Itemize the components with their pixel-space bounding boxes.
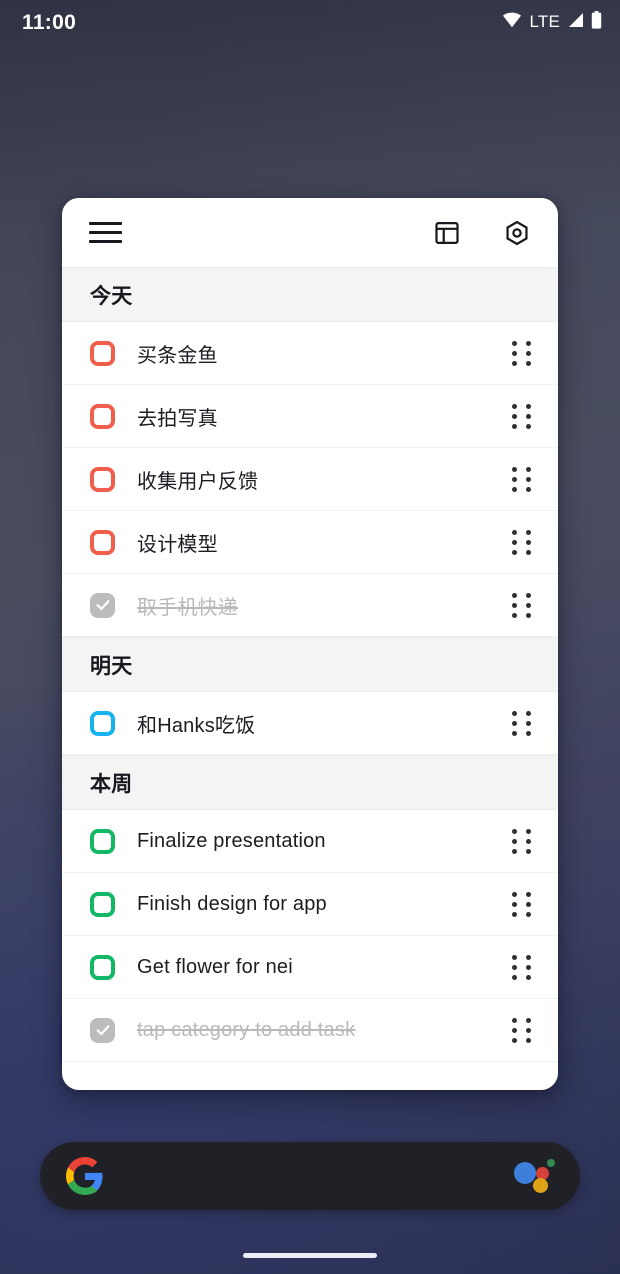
task-label: tap category to add task [137, 1018, 356, 1041]
drag-handle-icon[interactable] [512, 954, 531, 980]
checkbox-unchecked-icon[interactable] [90, 954, 115, 980]
checkbox-unchecked-icon[interactable] [90, 710, 115, 736]
drag-handle-icon[interactable] [512, 340, 531, 366]
status-bar: 11:00 LTE [0, 0, 620, 44]
drag-handle-icon[interactable] [512, 1017, 531, 1043]
checkbox-unchecked-icon[interactable] [90, 340, 115, 366]
todo-app-card: 今天买条金鱼去拍写真收集用户反馈 设计模型取手机快递明天和Hanks吃饭本周 Fin… [62, 198, 558, 1090]
checkbox-unchecked-icon[interactable] [90, 891, 115, 917]
task-row[interactable]: Get flower for nei [62, 936, 558, 999]
hamburger-bars [89, 222, 122, 243]
wifi-icon [502, 12, 522, 33]
drag-handle-icon[interactable] [512, 710, 531, 736]
checkbox-unchecked-icon[interactable] [90, 466, 115, 492]
checkbox-unchecked-icon[interactable] [90, 828, 115, 854]
checkbox-unchecked-icon[interactable] [90, 529, 115, 555]
google-assistant-icon[interactable] [514, 1159, 555, 1193]
google-search-bar[interactable] [40, 1142, 580, 1210]
drag-handle-icon[interactable] [512, 466, 531, 492]
section-header[interactable]: 今天 [62, 267, 558, 322]
task-list: 今天买条金鱼去拍写真收集用户反馈 设计模型取手机快递明天和Hanks吃饭本周 Fin… [62, 267, 558, 1062]
battery-icon [591, 10, 602, 34]
drag-handle-icon[interactable] [512, 592, 531, 618]
task-label: 设计模型 [137, 533, 218, 556]
task-label: Finalize presentation [137, 829, 326, 852]
task-row[interactable]: Finalize presentation [62, 810, 558, 873]
task-row[interactable]: 取手机快递 [62, 574, 558, 637]
task-row[interactable]: tap category to add task [62, 999, 558, 1062]
layout-board-icon[interactable] [433, 219, 461, 247]
network-type-label: LTE [529, 12, 560, 31]
task-label: 收集用户反馈 [137, 470, 259, 493]
task-label: 取手机快递 [137, 596, 238, 619]
checkbox-checked-icon[interactable] [90, 592, 115, 618]
task-label: Get flower for nei [137, 955, 293, 978]
home-gesture-pill[interactable] [243, 1253, 377, 1258]
drag-handle-icon[interactable] [512, 403, 531, 429]
section-title: 本周 [90, 772, 133, 796]
task-row[interactable]: 买条金鱼 [62, 322, 558, 385]
hexagon-settings-icon[interactable] [503, 219, 531, 247]
drag-handle-icon[interactable] [512, 828, 531, 854]
task-label: 买条金鱼 [137, 344, 218, 367]
status-bar-indicators: LTE [502, 10, 602, 34]
task-row[interactable]: 设计模型 [62, 511, 558, 574]
section-header[interactable]: 明天 [62, 637, 558, 692]
task-row[interactable]: 收集用户反馈 [62, 448, 558, 511]
status-bar-clock: 11:00 [22, 10, 77, 34]
checkbox-unchecked-icon[interactable] [90, 403, 115, 429]
app-header-actions [433, 219, 531, 247]
checkbox-checked-icon[interactable] [90, 1017, 115, 1043]
hamburger-menu-icon[interactable] [89, 222, 122, 243]
drag-handle-icon[interactable] [512, 891, 531, 917]
task-label: 和Hanks吃饭 [137, 714, 256, 737]
section-title: 明天 [90, 654, 133, 678]
section-title: 今天 [90, 284, 133, 308]
task-label: 去拍写真 [137, 407, 218, 430]
signal-icon [567, 12, 584, 33]
section-header[interactable]: 本周 [62, 755, 558, 810]
task-label: Finish design for app [137, 892, 327, 915]
google-g-logo [66, 1157, 104, 1195]
app-header [62, 198, 558, 267]
task-row[interactable]: Finish design for app [62, 873, 558, 936]
task-row[interactable]: 和Hanks吃饭 [62, 692, 558, 755]
drag-handle-icon[interactable] [512, 529, 531, 555]
task-row[interactable]: 去拍写真 [62, 385, 558, 448]
